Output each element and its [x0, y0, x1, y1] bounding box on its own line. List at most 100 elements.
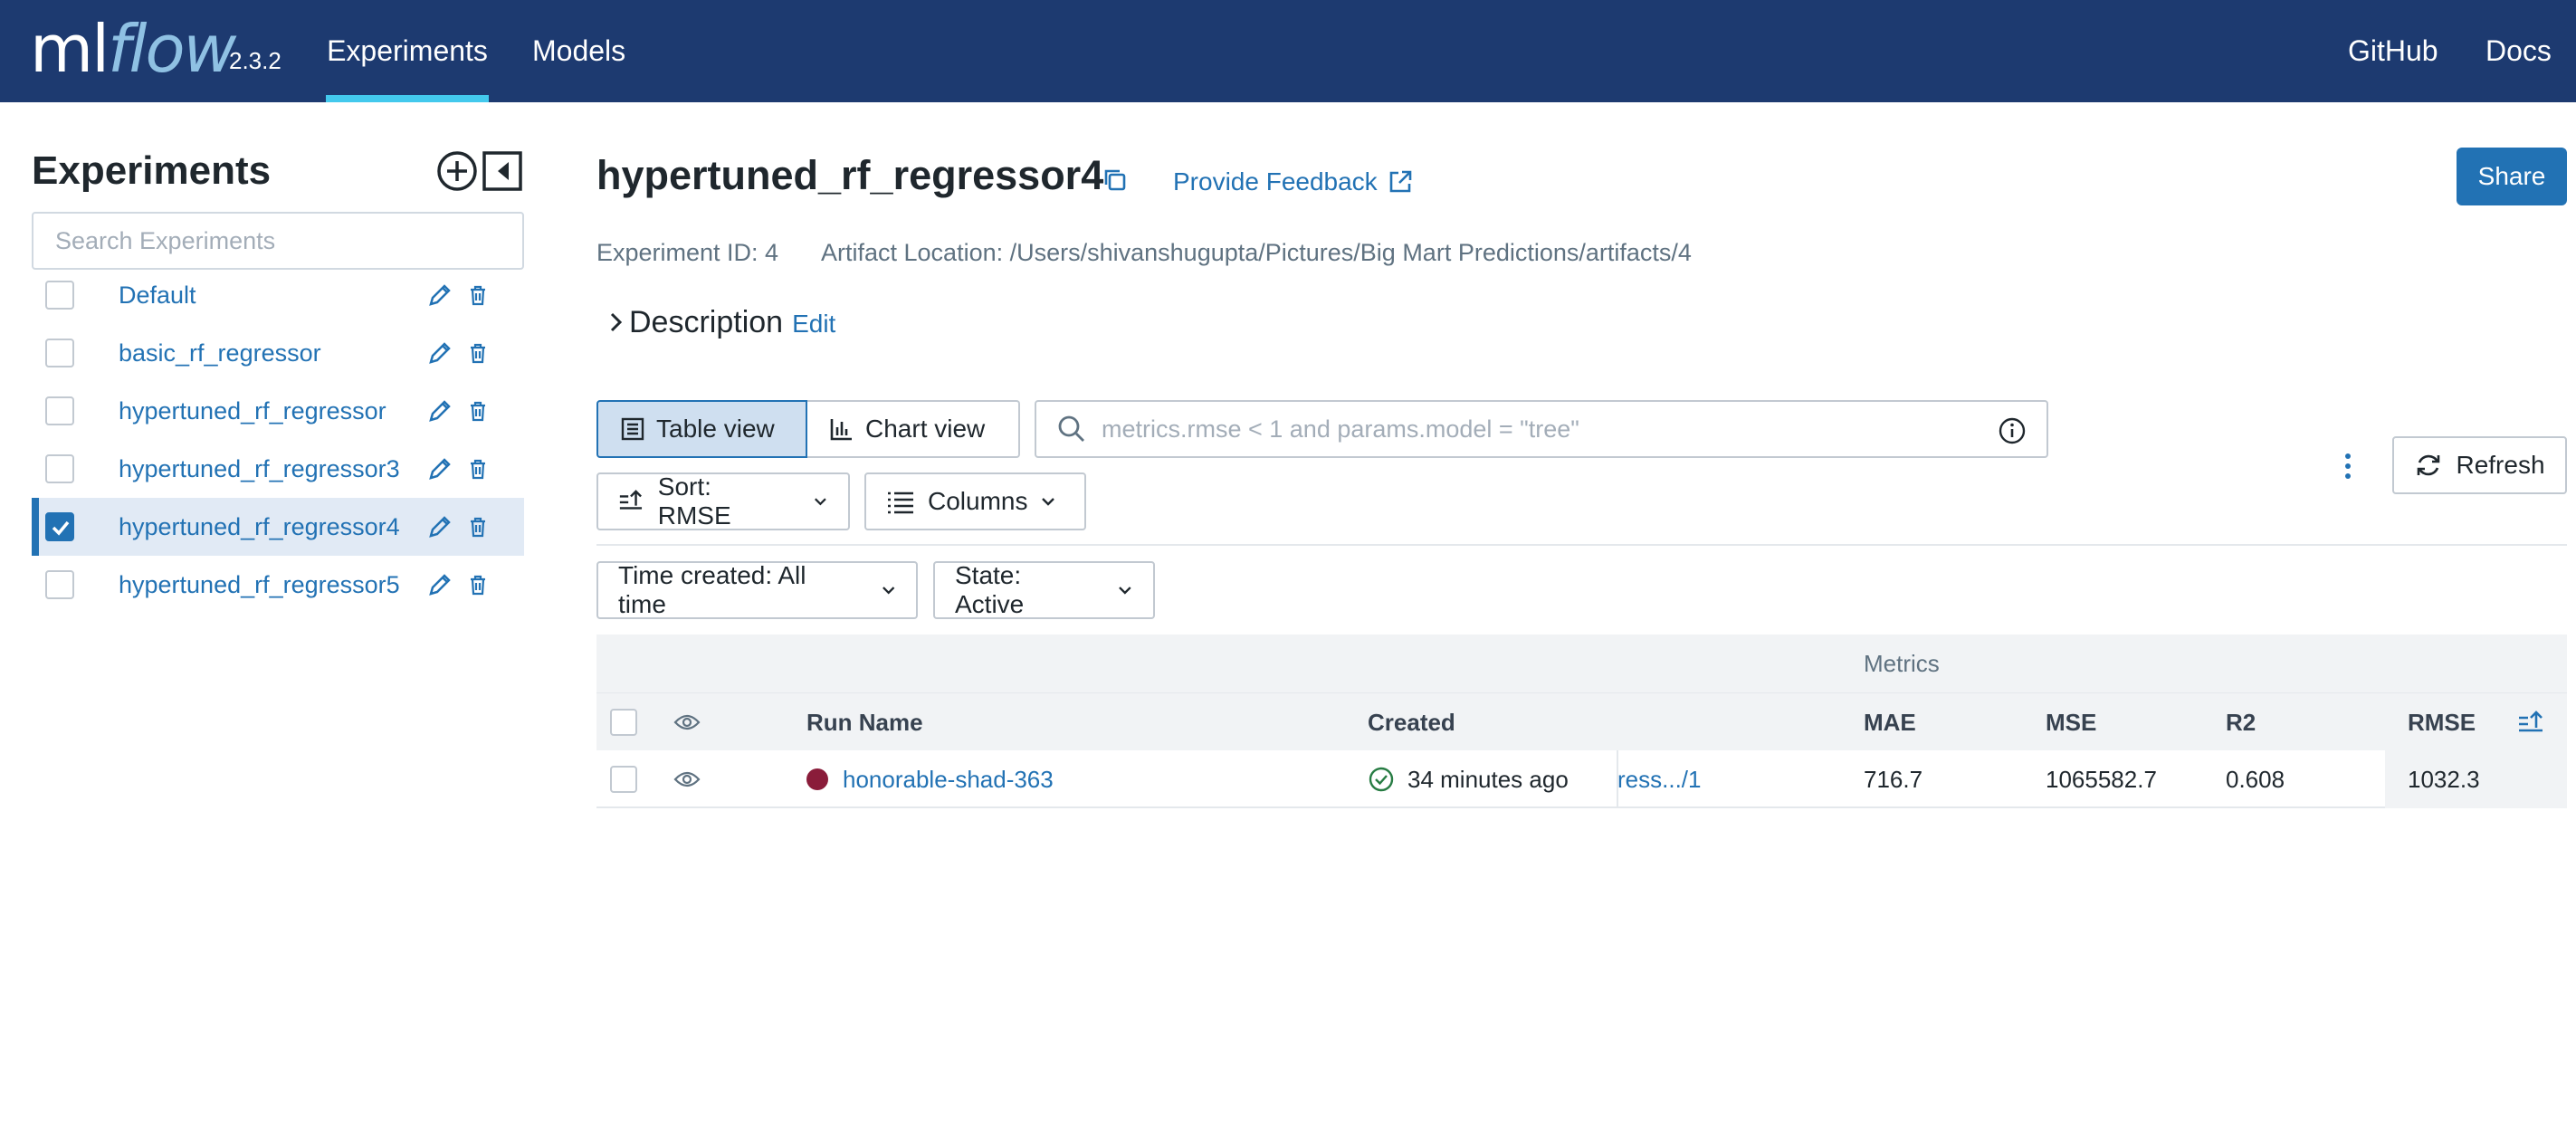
- description-section: Description Edit: [596, 302, 835, 342]
- experiment-name[interactable]: hypertuned_rf_regressor: [119, 397, 386, 425]
- experiment-name[interactable]: hypertuned_rf_regressor3: [119, 455, 400, 483]
- table-row[interactable]: honorable-shad-363 34 minutes ago ress..…: [596, 750, 2567, 808]
- truncated-path-cell[interactable]: ress.../1: [1617, 750, 1701, 808]
- checkmark-icon: [52, 520, 70, 536]
- share-button[interactable]: Share: [2457, 148, 2567, 205]
- time-created-dropdown[interactable]: Time created: All time: [596, 561, 918, 619]
- chevron-right-icon[interactable]: [608, 310, 625, 334]
- mae-header[interactable]: MAE: [1864, 693, 1916, 751]
- columns-dropdown[interactable]: Columns: [864, 472, 1086, 530]
- feedback-label: Provide Feedback: [1173, 167, 1378, 196]
- run-name-header[interactable]: Run Name: [806, 693, 923, 751]
- refresh-button[interactable]: Refresh: [2392, 436, 2567, 494]
- experiment-item-hypertuned-rf-regressor3[interactable]: hypertuned_rf_regressor3: [32, 440, 524, 498]
- run-color-dot: [806, 768, 828, 790]
- sort-ascending-icon[interactable]: [2517, 693, 2546, 751]
- mse-cell: 1065582.7: [2046, 765, 2157, 793]
- info-icon[interactable]: [1998, 416, 2027, 445]
- search-experiments-input[interactable]: Search Experiments: [32, 212, 524, 270]
- r2-header[interactable]: R2: [2226, 693, 2256, 751]
- chevron-down-icon: [1042, 498, 1055, 506]
- rmse-cell: 1032.3: [2408, 765, 2480, 793]
- row-visibility-eye-icon[interactable]: [673, 750, 701, 808]
- r2-cell: 0.608: [2226, 765, 2285, 793]
- logo-flow-text: flow: [108, 11, 236, 87]
- experiment-name[interactable]: hypertuned_rf_regressor4: [119, 513, 400, 541]
- mlflow-logo[interactable]: mlflow: [30, 4, 236, 94]
- search-icon: [1058, 415, 1084, 442]
- success-check-icon: [1369, 767, 1394, 792]
- provide-feedback-link[interactable]: Provide Feedback: [1173, 167, 1414, 196]
- edit-pencil-icon[interactable]: [426, 339, 453, 367]
- nav-tab-experiments[interactable]: Experiments: [326, 0, 489, 102]
- truncated-path-link[interactable]: ress.../1: [1617, 766, 1701, 794]
- list-columns-icon: [888, 491, 913, 514]
- sort-dropdown[interactable]: Sort: RMSE: [596, 472, 850, 530]
- run-name-link[interactable]: honorable-shad-363: [843, 766, 1054, 794]
- rmse-header[interactable]: RMSE: [2408, 693, 2476, 751]
- search-placeholder: Search Experiments: [55, 226, 276, 254]
- delete-trash-icon[interactable]: [464, 281, 491, 309]
- created-time: 34 minutes ago: [1407, 765, 1569, 793]
- version-label: 2.3.2: [229, 47, 281, 74]
- table-view-button[interactable]: Table view: [596, 400, 807, 458]
- row-checkbox[interactable]: [610, 750, 637, 808]
- experiment-name[interactable]: basic_rf_regressor: [119, 339, 321, 367]
- delete-trash-icon[interactable]: [464, 455, 491, 482]
- edit-pencil-icon[interactable]: [426, 455, 453, 482]
- experiment-checkbox[interactable]: [45, 570, 74, 599]
- sidebar-title: Experiments: [32, 148, 272, 193]
- delete-trash-icon[interactable]: [464, 513, 491, 540]
- mse-header[interactable]: MSE: [2046, 693, 2096, 751]
- experiment-item-basic-rf-regressor[interactable]: basic_rf_regressor: [32, 324, 524, 382]
- description-edit-link[interactable]: Edit: [792, 310, 835, 339]
- metrics-group-label: Metrics: [1864, 649, 1940, 677]
- state-dropdown[interactable]: State: Active: [933, 561, 1155, 619]
- nav-tab-label: Experiments: [327, 34, 488, 67]
- experiment-item-hypertuned-rf-regressor4[interactable]: hypertuned_rf_regressor4: [32, 498, 524, 556]
- sort-ascending-icon: [619, 490, 643, 510]
- run-filter-input[interactable]: metrics.rmse < 1 and params.model = "tre…: [1035, 400, 2048, 458]
- visibility-eye-icon[interactable]: [673, 693, 701, 751]
- table-header-row: Run Name Created MAE MSE R2 RMSE: [596, 692, 2567, 750]
- experiment-checkbox[interactable]: [45, 454, 74, 483]
- docs-link[interactable]: Docs: [2485, 0, 2552, 102]
- more-options-kebab-icon[interactable]: [2337, 451, 2359, 487]
- add-experiment-icon[interactable]: [436, 150, 478, 192]
- external-link-icon: [1389, 170, 1411, 193]
- experiment-checkbox[interactable]: [45, 339, 74, 367]
- delete-trash-icon[interactable]: [464, 571, 491, 598]
- edit-pencil-icon[interactable]: [426, 571, 453, 598]
- edit-pencil-icon[interactable]: [426, 513, 453, 540]
- github-link-label: GitHub: [2348, 34, 2438, 67]
- chevron-down-icon: [882, 587, 894, 595]
- experiment-checkbox[interactable]: [45, 396, 74, 425]
- experiment-checkbox[interactable]: [45, 281, 74, 310]
- copy-icon[interactable]: [1102, 167, 1129, 194]
- select-all-checkbox[interactable]: [610, 693, 637, 751]
- delete-trash-icon[interactable]: [464, 339, 491, 367]
- logo-ml-text: ml: [30, 11, 110, 87]
- nav-tab-models[interactable]: Models: [532, 0, 625, 102]
- github-link[interactable]: GitHub: [2348, 0, 2438, 102]
- table-view-label: Table view: [656, 415, 775, 443]
- sort-label: Sort: RMSE: [657, 472, 731, 530]
- delete-trash-icon[interactable]: [464, 397, 491, 425]
- edit-pencil-icon[interactable]: [426, 397, 453, 425]
- experiment-name[interactable]: Default: [119, 281, 196, 310]
- experiment-item-default[interactable]: Default: [32, 266, 524, 324]
- chevron-down-icon: [815, 498, 826, 506]
- chart-view-label: Chart view: [865, 415, 986, 443]
- experiment-item-hypertuned-rf-regressor5[interactable]: hypertuned_rf_regressor5: [32, 556, 524, 614]
- run-name-cell: honorable-shad-363: [806, 750, 1054, 808]
- created-header[interactable]: Created: [1368, 693, 1455, 751]
- experiment-item-hypertuned-rf-regressor[interactable]: hypertuned_rf_regressor: [32, 382, 524, 440]
- collapse-sidebar-icon[interactable]: [482, 150, 523, 192]
- bar-chart-icon: [830, 419, 852, 441]
- experiment-checkbox-checked[interactable]: [45, 512, 74, 541]
- chart-view-button[interactable]: Chart view: [807, 400, 1020, 458]
- view-mode-toggle: Table view Chart view: [596, 400, 1020, 458]
- experiment-name[interactable]: hypertuned_rf_regressor5: [119, 571, 400, 599]
- edit-pencil-icon[interactable]: [426, 281, 453, 309]
- filter-placeholder: metrics.rmse < 1 and params.model = "tre…: [1102, 415, 1579, 443]
